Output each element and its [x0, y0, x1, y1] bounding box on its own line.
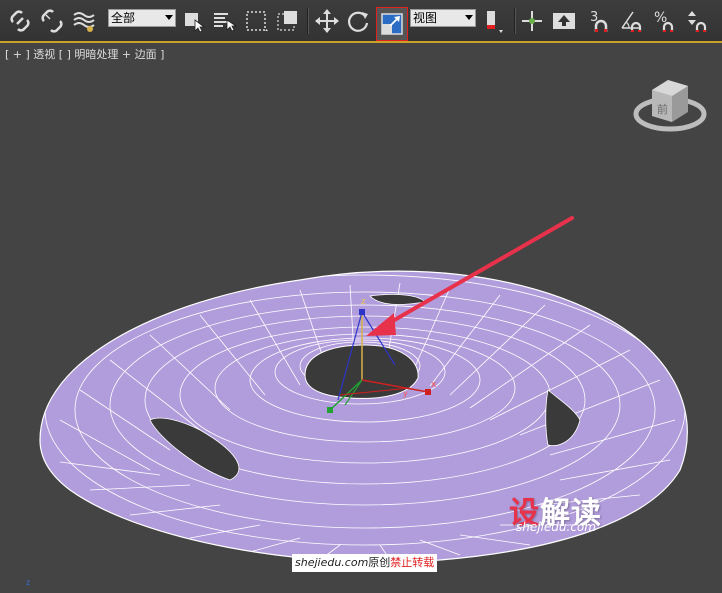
axis-indicator-z: z [26, 578, 31, 587]
gizmo-z-label: z [361, 297, 366, 307]
perspective-viewport[interactable]: z x y 前 [0, 0, 722, 593]
gizmo-y-label: y [403, 389, 408, 398]
credit-badge: shejiedu.com原创禁止转载 [292, 554, 438, 572]
viewcube-face-label: 前 [657, 102, 668, 116]
viewcube[interactable]: 前 [633, 80, 707, 132]
watermark-url: shejiedu.com [516, 520, 596, 534]
gizmo-x-label: x [431, 380, 437, 390]
